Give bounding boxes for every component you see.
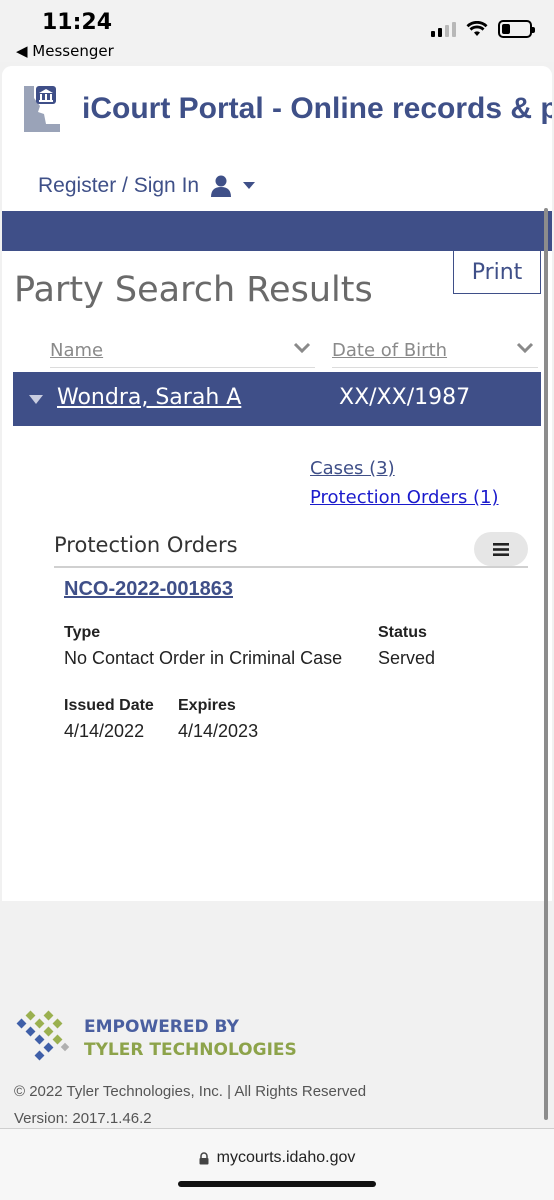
status-bar: 11:24 ◀ Messenger bbox=[0, 0, 554, 62]
lock-icon bbox=[199, 1151, 209, 1164]
column-name-label[interactable]: Name bbox=[50, 340, 103, 361]
web-page: iCourt Portal - Online records & p Regis… bbox=[2, 66, 552, 901]
issued-date-value: 4/14/2022 bbox=[64, 721, 145, 741]
idaho-courthouse-logo-icon[interactable] bbox=[22, 84, 62, 134]
chevron-down-icon[interactable] bbox=[516, 342, 534, 354]
print-button[interactable]: Print bbox=[453, 250, 541, 294]
user-icon bbox=[211, 175, 232, 197]
type-label: Type bbox=[64, 624, 101, 641]
copyright-text: © 2022 Tyler Technologies, Inc. | All Ri… bbox=[14, 1083, 367, 1100]
chevron-down-icon[interactable] bbox=[293, 342, 311, 354]
party-name-link[interactable]: Wondra, Sarah A bbox=[57, 385, 241, 410]
browser-url-bar[interactable]: mycourts.idaho.gov bbox=[0, 1128, 554, 1200]
column-header-dob[interactable]: Date of Birth bbox=[332, 334, 538, 368]
status-time: 11:24 bbox=[42, 10, 113, 35]
signal-icon bbox=[431, 21, 456, 37]
url-text[interactable]: mycourts.idaho.gov bbox=[217, 1149, 356, 1167]
tyler-logo-icon bbox=[16, 1010, 70, 1061]
column-dob-label[interactable]: Date of Birth bbox=[332, 340, 447, 361]
register-sign-in-menu[interactable]: Register / Sign In bbox=[38, 174, 256, 198]
cases-link[interactable]: Cases (3) bbox=[310, 458, 395, 479]
status-icons bbox=[431, 20, 535, 38]
caret-down-icon bbox=[243, 182, 256, 189]
status-value: Served bbox=[378, 648, 436, 668]
result-row[interactable]: Wondra, Sarah A XX/XX/1987 bbox=[13, 372, 541, 426]
tyler-line2: TYLER TECHNOLOGIES bbox=[84, 1040, 297, 1060]
tyler-wordmark: EMPOWERED BY TYLER TECHNOLOGIES bbox=[84, 1016, 297, 1062]
party-dob: XX/XX/1987 bbox=[339, 385, 471, 410]
battery-icon bbox=[498, 20, 535, 38]
status-label: Status bbox=[378, 624, 427, 641]
column-header-name[interactable]: Name bbox=[50, 334, 315, 368]
expires-value: 4/14/2023 bbox=[178, 721, 259, 741]
section-divider bbox=[54, 566, 528, 568]
case-number-link[interactable]: NCO-2022-001863 bbox=[64, 578, 233, 601]
site-header: iCourt Portal - Online records & p Regis… bbox=[2, 66, 552, 211]
section-menu-button[interactable] bbox=[474, 532, 528, 566]
protection-orders-heading: Protection Orders bbox=[54, 533, 238, 557]
triangle-down-icon[interactable] bbox=[29, 395, 43, 404]
issued-date-label: Issued Date bbox=[64, 697, 154, 714]
nav-bar bbox=[2, 211, 552, 251]
sign-in-label[interactable]: Register / Sign In bbox=[38, 174, 199, 198]
expires-label: Expires bbox=[178, 697, 236, 714]
portal-title[interactable]: iCourt Portal - Online records & p bbox=[82, 92, 552, 126]
wifi-icon bbox=[466, 21, 488, 36]
protection-orders-link[interactable]: Protection Orders (1) bbox=[310, 487, 499, 508]
home-indicator[interactable] bbox=[178, 1181, 376, 1187]
scrollbar[interactable] bbox=[544, 208, 548, 1120]
type-value: No Contact Order in Criminal Case bbox=[64, 648, 343, 668]
hamburger-menu-icon bbox=[493, 542, 509, 556]
url-display[interactable]: mycourts.idaho.gov bbox=[0, 1149, 554, 1167]
tyler-line1: EMPOWERED BY bbox=[84, 1017, 239, 1037]
version-text: Version: 2017.1.46.2 bbox=[14, 1110, 152, 1127]
page-title: Party Search Results bbox=[14, 270, 373, 310]
back-to-messenger-link[interactable]: ◀ Messenger bbox=[16, 42, 114, 60]
